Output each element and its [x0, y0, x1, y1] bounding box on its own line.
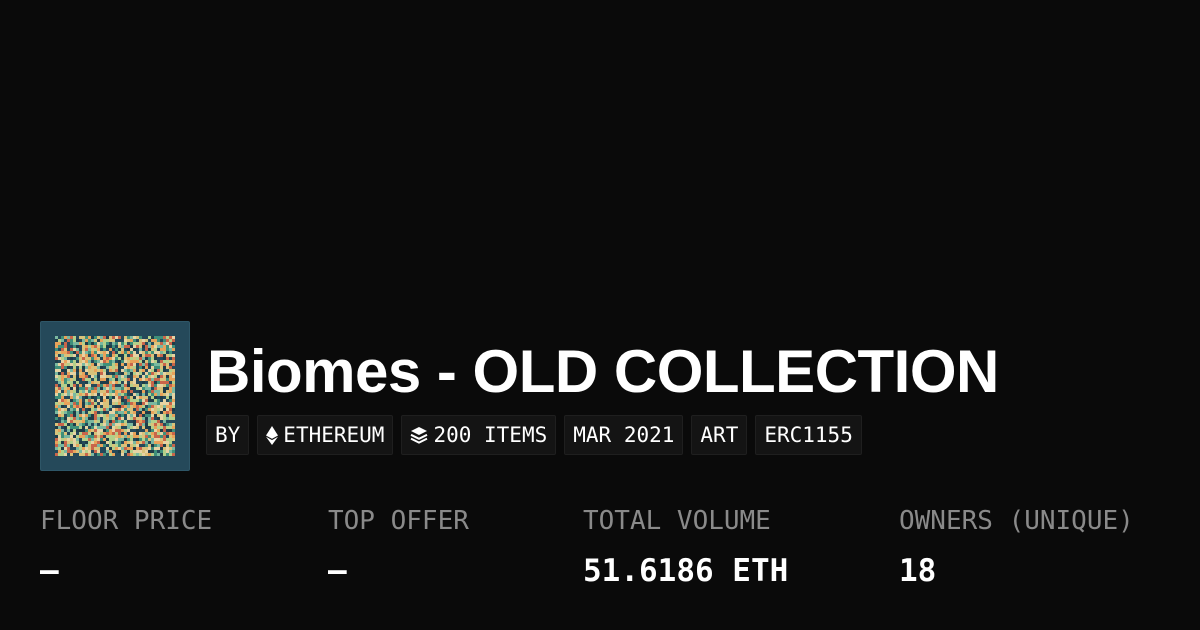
- total-volume-value: 51.6186 ETH: [583, 553, 789, 589]
- ethereum-icon: [266, 425, 279, 445]
- floor-price-value: —: [40, 553, 59, 589]
- owners-value: 18: [899, 553, 937, 589]
- creator-tag-label: BY: [215, 423, 241, 447]
- top-offer-label: TOP OFFER: [328, 506, 469, 536]
- category-tag[interactable]: ART: [691, 415, 748, 455]
- category-tag-label: ART: [700, 423, 739, 447]
- total-volume-label: TOTAL VOLUME: [583, 506, 771, 536]
- chain-tag-label: ETHEREUM: [283, 423, 385, 447]
- collection-thumbnail: [40, 321, 190, 471]
- floor-price-stat: FLOOR PRICE —: [40, 503, 212, 589]
- owners-stat: OWNERS (UNIQUE) 18: [899, 503, 1134, 589]
- items-tag[interactable]: 200 ITEMS: [401, 415, 557, 455]
- owners-label: OWNERS (UNIQUE): [899, 506, 1134, 536]
- floor-price-label: FLOOR PRICE: [40, 506, 213, 536]
- collection-tags: BY ETHEREUM 200 ITEMS MAR 2021 ART ERC11…: [206, 415, 862, 455]
- creator-tag[interactable]: BY: [206, 415, 250, 455]
- chain-tag[interactable]: ETHEREUM: [257, 415, 394, 455]
- biome-pattern-image: [55, 336, 175, 456]
- collection-title: Biomes - OLD COLLECTION: [207, 338, 999, 405]
- date-tag: MAR 2021: [564, 415, 684, 455]
- token-standard-tag-label: ERC1155: [764, 423, 853, 447]
- collection-stats: FLOOR PRICE — TOP OFFER — TOTAL VOLUME 5…: [0, 503, 1200, 603]
- top-offer-value: —: [328, 553, 347, 589]
- token-standard-tag: ERC1155: [755, 415, 862, 455]
- layers-icon: [410, 426, 428, 444]
- top-offer-stat: TOP OFFER —: [328, 503, 469, 589]
- total-volume-stat: TOTAL VOLUME 51.6186 ETH: [583, 503, 788, 589]
- date-tag-label: MAR 2021: [573, 423, 675, 447]
- items-tag-label: 200 ITEMS: [433, 423, 548, 447]
